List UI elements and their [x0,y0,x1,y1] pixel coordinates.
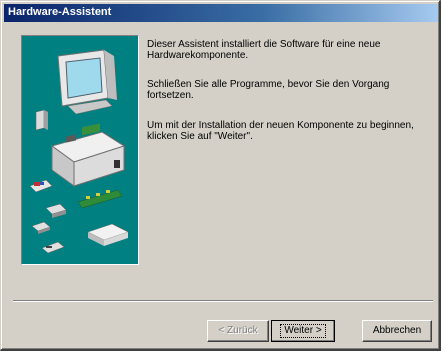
chip-icon-2 [31,221,51,234]
chip-icon [45,203,67,218]
button-separator [13,300,433,302]
next-button[interactable]: Weiter > [271,320,335,342]
intro-text: Dieser Assistent installiert die Softwar… [147,39,381,61]
hardware-components-image [29,49,129,254]
expansion-card-icon [29,179,53,193]
adapter-icon [41,241,65,254]
memory-module-icon [77,189,123,209]
next-button-label: Weiter > [280,324,326,338]
hardware-wizard-dialog: Hardware-Assistent Dieser Assistent inst… [0,0,441,351]
hardware-illustration [21,35,139,265]
cancel-button[interactable]: Abbrechen [362,320,432,342]
title-bar[interactable]: Hardware-Assistent [4,4,438,22]
back-button[interactable]: < Zurück [207,320,269,342]
monitor-icon [57,49,117,115]
window-title: Hardware-Assistent [8,6,112,18]
speaker-icon [35,109,48,131]
computer-case-icon [50,123,126,187]
drive-icon [87,223,129,246]
continue-instruction-text: Um mit der Installation der neuen Kompon… [147,120,414,142]
close-programs-text: Schließen Sie alle Programme, bevor Sie … [147,79,390,101]
